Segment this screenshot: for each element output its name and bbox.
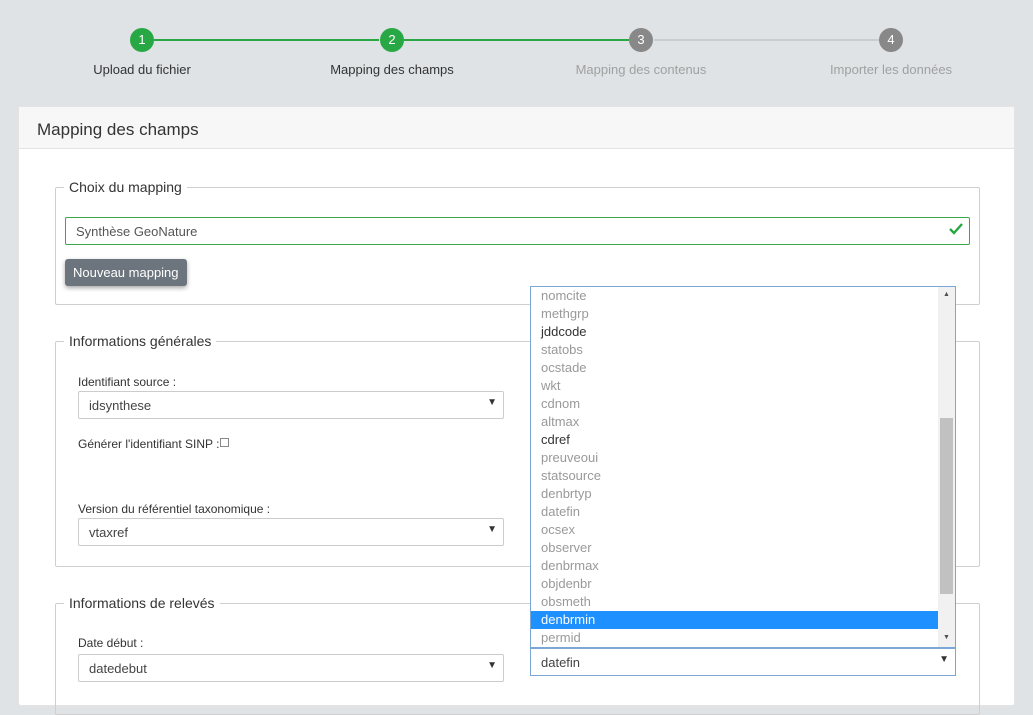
dropdown-option: denbrmax	[541, 558, 599, 573]
step-2-circle[interactable]: 2	[380, 28, 404, 52]
sinp-label-text: Générer l'identifiant SINP :	[78, 437, 220, 451]
date-debut-value: datedebut	[89, 661, 147, 676]
taxref-label: Version du référentiel taxonomique :	[78, 502, 271, 516]
dropdown-option: permid	[541, 630, 581, 645]
dropdown-option: statobs	[541, 342, 583, 357]
dropdown-scrollbar[interactable]: ▲ ▼	[938, 287, 955, 647]
step-2-label: Mapping des champs	[330, 62, 454, 77]
source-id-label: Identifiant source :	[78, 375, 177, 389]
mapping-select-value: Synthèse GeoNature	[76, 224, 198, 239]
mapping-select[interactable]: Synthèse GeoNature	[65, 217, 970, 245]
scroll-thumb[interactable]	[940, 418, 953, 594]
dropdown-option: obsmeth	[541, 594, 591, 609]
new-mapping-button[interactable]: Nouveau mapping	[65, 259, 187, 286]
step-4-label: Importer les données	[829, 62, 953, 77]
taxref-select[interactable]: vtaxref ▼	[78, 518, 504, 546]
step-1-circle[interactable]: 1	[130, 28, 154, 52]
source-id-select[interactable]: idsynthese ▼	[78, 391, 504, 419]
scroll-down-icon[interactable]: ▼	[938, 631, 955, 645]
dropdown-option: denbrtyp	[541, 486, 592, 501]
dropdown-option: preuveoui	[541, 450, 599, 465]
step-connector-2-3	[404, 39, 629, 41]
dropdown-option: ocsex	[541, 522, 575, 537]
dropdown-option: objdenbr	[541, 576, 592, 591]
sinp-label: Générer l'identifiant SINP :	[78, 437, 230, 451]
mapping-choice-legend: Choix du mapping	[69, 179, 182, 195]
date-fin-value: datefin	[541, 655, 581, 670]
dropdown-option[interactable]: jddcode	[531, 323, 938, 341]
options-list: nomcite methgrp jddcode statobs ocstade wkt cd…	[531, 287, 955, 647]
check-icon	[948, 221, 964, 240]
step-connector-1-2	[154, 39, 379, 41]
dropdown-option: observer	[541, 540, 592, 555]
chevron-down-icon: ▼	[939, 654, 949, 665]
date-fin-select[interactable]: datefin ▼	[530, 648, 956, 676]
dropdown-option[interactable]: cdref	[531, 431, 938, 449]
dropdown-option: cdnom	[541, 396, 581, 411]
source-id-value: idsynthese	[89, 398, 152, 413]
dropdown-option: datefin	[541, 504, 581, 519]
dropdown-option: wkt	[541, 378, 561, 393]
dropdown-option: methgrp	[541, 306, 589, 321]
general-info-legend: Informations générales	[69, 333, 212, 349]
chevron-down-icon: ▼	[487, 524, 497, 535]
date-debut-label: Date début :	[78, 636, 144, 650]
step-4-circle: 4	[879, 28, 903, 52]
dropdown-option[interactable]: denbrmin	[531, 611, 938, 629]
card-title: Mapping des champs	[19, 107, 1014, 149]
chevron-down-icon: ▼	[487, 660, 497, 671]
chevron-down-icon: ▼	[487, 397, 497, 408]
releves-info-legend: Informations de relevés	[69, 595, 215, 611]
dropdown-option: ocstade	[541, 360, 587, 375]
sinp-checkbox[interactable]	[220, 438, 230, 447]
step-3-circle: 3	[629, 28, 653, 52]
scroll-up-icon[interactable]: ▲	[938, 288, 955, 302]
dropdown-option: statsource	[541, 468, 601, 483]
date-debut-select[interactable]: datedebut ▼	[78, 654, 504, 682]
dropdown-option: altmax	[541, 414, 580, 429]
step-3-label: Mapping des contenus	[575, 62, 707, 77]
date-fin-dropdown-list[interactable]: nomcite methgrp jddcode statobs ocstade wkt cd…	[530, 286, 956, 648]
step-connector-3-4	[654, 39, 879, 41]
taxref-value: vtaxref	[89, 525, 129, 540]
step-1-label: Upload du fichier	[93, 62, 191, 77]
dropdown-option: nomcite	[541, 288, 587, 303]
